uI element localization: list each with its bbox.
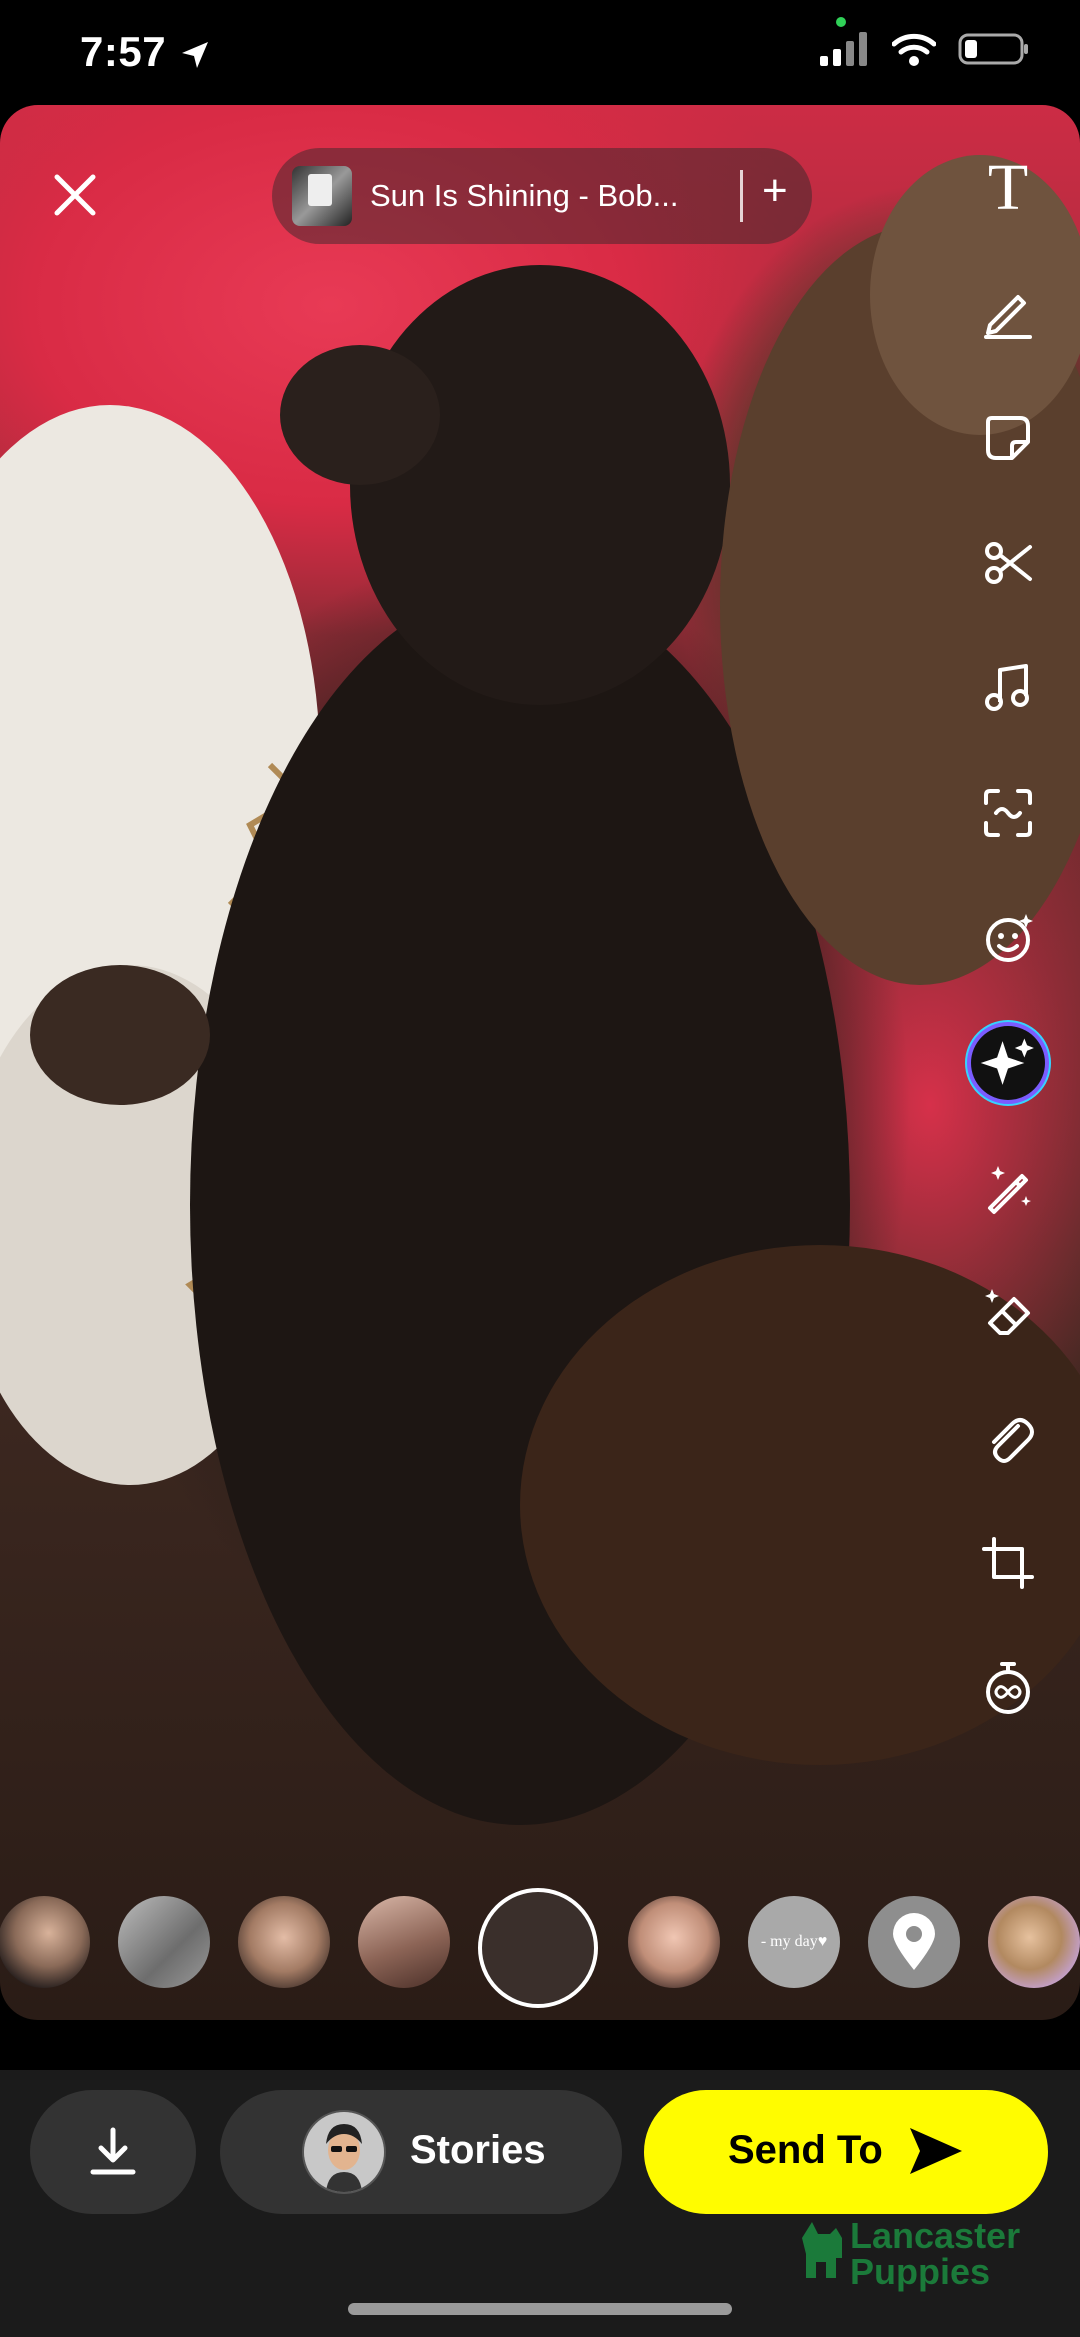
lens-carousel: - my day♥ [0,1888,1080,2008]
stories-button[interactable]: Stories [220,2090,622,2214]
text-icon: T [987,151,1029,224]
sleeping-puppy-image [0,155,1080,1825]
music-sticker[interactable]: Sun Is Shining - Bob... + [272,148,812,244]
ai-tool-button[interactable] [968,1023,1048,1103]
crop-tool-button[interactable] [968,1523,1048,1603]
magic-wand-icon [988,1166,1031,1214]
lens-item[interactable] [0,1896,90,1988]
music-tool-button[interactable] [968,648,1048,728]
smiley-icon [986,914,1033,962]
magic-eraser-tool-button[interactable] [968,1273,1048,1353]
lens-item[interactable] [628,1896,720,1988]
bitmoji-avatar-icon [304,2112,384,2192]
timer-tool-button[interactable] [968,1648,1048,1728]
lens-my-day-label: - my day♥ [760,1933,828,1950]
wifi-icon [892,33,936,66]
crop-icon [982,1537,1034,1589]
snap-photo[interactable]: Sun Is Shining - Bob... + T [0,105,1080,2020]
status-icons [820,32,1030,66]
location-lens[interactable] [868,1896,960,1988]
location-arrow-icon [182,42,208,68]
scan-frame-icon [984,789,1032,837]
send-arrow-icon [910,2128,962,2174]
send-to-button[interactable]: Send To [644,2090,1048,2214]
pencil-icon [984,295,1032,339]
sticker-icon [986,416,1030,460]
magic-wand-tool-button[interactable] [968,1148,1048,1228]
lens-item[interactable] [358,1896,450,1988]
lens-item[interactable] [988,1896,1080,1988]
eraser-icon [985,1289,1030,1335]
puppy-logo-icon [802,2222,842,2278]
music-note-icon [985,664,1029,711]
watermark-text: Lancaster Puppies [850,2215,1021,2292]
battery-icon [958,33,1028,65]
sticker-tool-button[interactable] [968,398,1048,478]
text-tool-button[interactable]: T [968,148,1048,228]
map-pin-icon [893,1913,935,1970]
draw-tool-button[interactable] [968,273,1048,353]
lens-item[interactable] [238,1896,330,1988]
pill-divider [740,170,743,222]
stories-label: Stories [410,2128,546,2172]
lens-item[interactable] [118,1896,210,1988]
scan-tool-button[interactable] [968,773,1048,853]
download-button[interactable] [30,2090,196,2214]
timer-infinity-icon [986,1662,1030,1714]
bitmoji-tool-button[interactable] [968,898,1048,978]
capture-lens-button[interactable] [478,1888,598,2008]
scissors-icon [985,542,1032,584]
music-title: Sun Is Shining - Bob... [370,178,679,213]
status-bar: 7:57 [0,0,1080,110]
sparkle-icon [980,1038,1034,1085]
scissors-tool-button[interactable] [968,523,1048,603]
close-icon [54,174,96,216]
home-indicator[interactable] [348,2303,732,2315]
attach-link-button[interactable] [968,1398,1048,1478]
album-art [292,166,352,226]
download-icon [90,2127,136,2175]
paperclip-icon [992,1418,1034,1463]
lens-item[interactable]: - my day♥ [748,1896,840,1988]
close-button[interactable] [40,160,110,230]
bottom-action-bar: Stories Send To [0,2070,1080,2337]
avatar [302,2110,386,2194]
send-to-label: Send To [728,2128,883,2172]
add-music-button[interactable]: + [762,166,788,216]
status-time: 7:57 [80,28,167,75]
privacy-indicator [836,17,846,27]
ai-sparkle-badge [971,1026,1045,1100]
cellular-signal-icon [820,32,867,66]
